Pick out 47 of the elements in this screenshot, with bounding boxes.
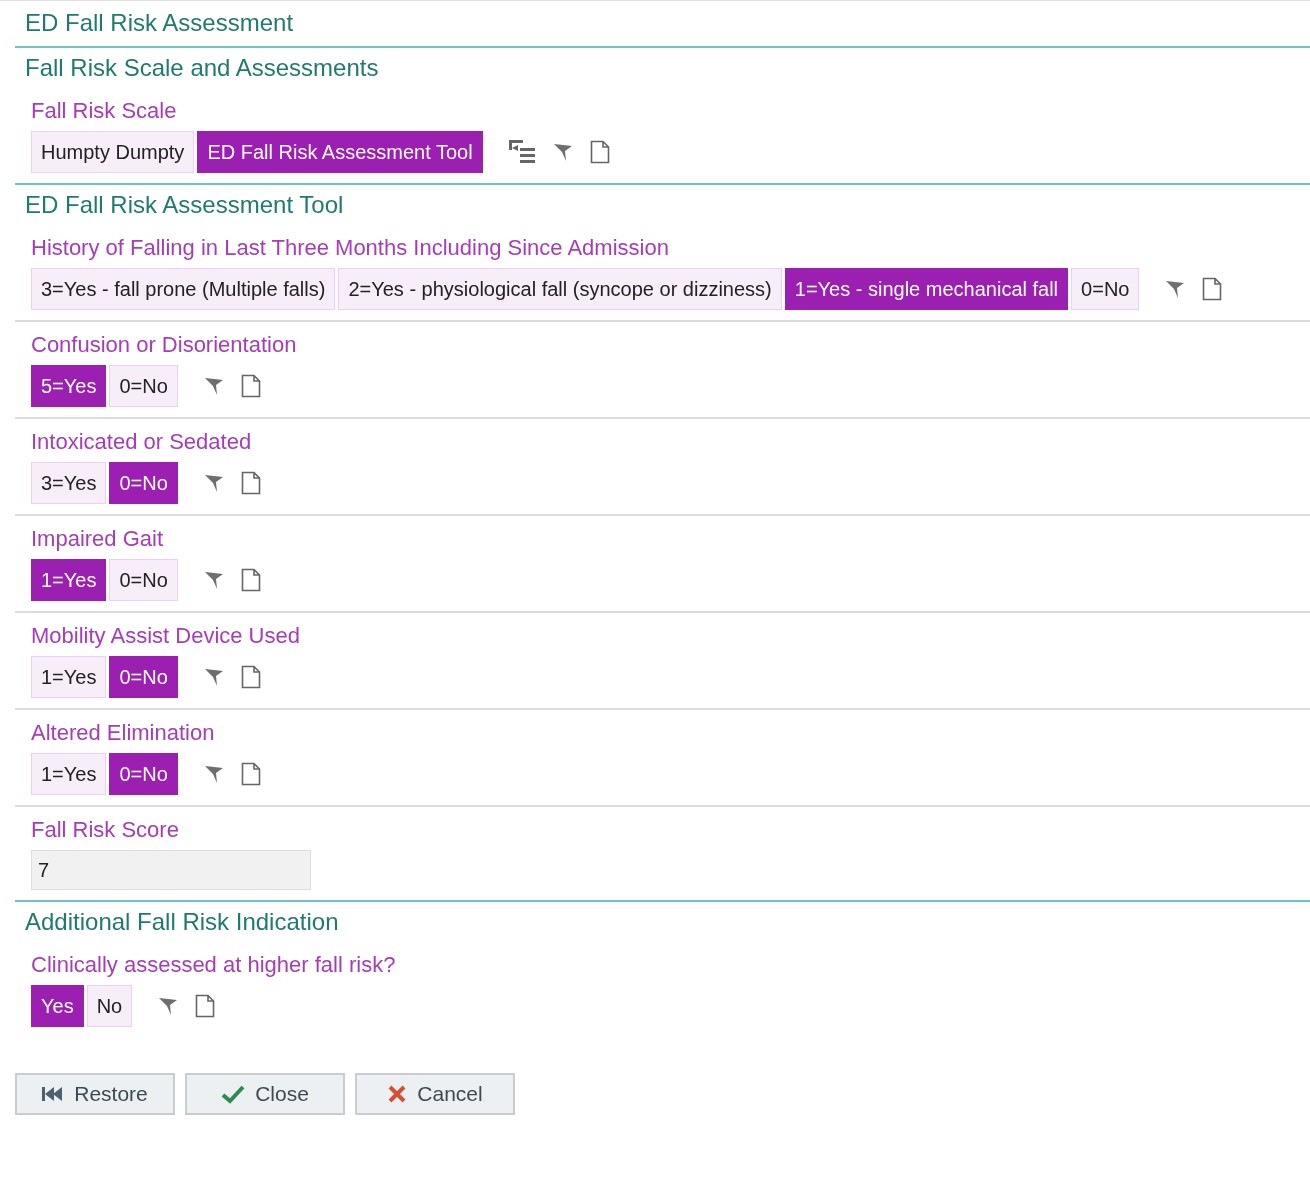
document-icon[interactable] [240,471,261,495]
cancel-button[interactable]: Cancel [355,1073,515,1115]
document-icon[interactable] [195,994,216,1018]
question-label: Confusion or Disorientation [31,331,298,359]
restore-button[interactable]: Restore [15,1073,175,1115]
score-field[interactable]: 7 [31,850,311,890]
document-icon[interactable] [240,762,261,786]
section-heading: ED Fall Risk Assessment Tool [24,190,345,220]
skip-back-icon [42,1086,65,1102]
document-icon[interactable] [240,374,261,398]
document-icon[interactable] [589,140,610,164]
question-label: Altered Elimination [31,719,216,747]
option-button[interactable]: Yes [31,985,84,1027]
option-button[interactable]: No [86,985,133,1027]
list-icon[interactable] [507,139,536,165]
section-heading: Fall Risk Scale and Assessments [24,53,380,83]
option-button[interactable]: 3=Yes - fall prone (Multiple falls) [31,268,336,310]
question-label: Intoxicated or Sedated [31,428,253,456]
option-button[interactable]: 3=Yes [31,462,107,504]
option-button[interactable]: ED Fall Risk Assessment Tool [197,131,483,173]
option-button[interactable]: 1=Yes [31,753,107,795]
form-title: ED Fall Risk Assessment [15,4,1310,48]
option-button[interactable]: 5=Yes [31,365,107,407]
question-label: Impaired Gait [31,525,165,553]
document-icon[interactable] [1202,277,1223,301]
checkmark-icon [221,1084,246,1104]
option-button[interactable]: 0=No [109,462,178,504]
option-button[interactable]: 1=Yes - single mechanical fall [784,268,1069,310]
document-icon[interactable] [240,665,261,689]
question-label: History of Falling in Last Three Months Including Since Admission [31,234,670,262]
document-icon[interactable] [240,568,261,592]
option-button[interactable]: 0=No [109,559,178,601]
option-button[interactable]: 0=No [1071,268,1140,310]
question-label: Clinically assessed at higher fall risk? [31,951,397,979]
option-button[interactable]: 0=No [109,656,178,698]
question-label: Fall Risk Score [31,816,180,844]
cross-icon [387,1084,408,1104]
option-button[interactable]: 0=No [109,753,178,795]
section-heading: Additional Fall Risk Indication [24,907,340,937]
question-label: Fall Risk Scale [31,97,178,125]
option-button[interactable]: 2=Yes - physiological fall (syncope or dizziness) [338,268,782,310]
question-label: Mobility Assist Device Used [31,622,301,650]
close-button[interactable]: Close [185,1073,345,1115]
option-button[interactable]: 0=No [109,365,178,407]
option-button[interactable]: 1=Yes [31,656,107,698]
option-button[interactable]: 1=Yes [31,559,107,601]
option-button[interactable]: Humpty Dumpty [31,131,195,173]
